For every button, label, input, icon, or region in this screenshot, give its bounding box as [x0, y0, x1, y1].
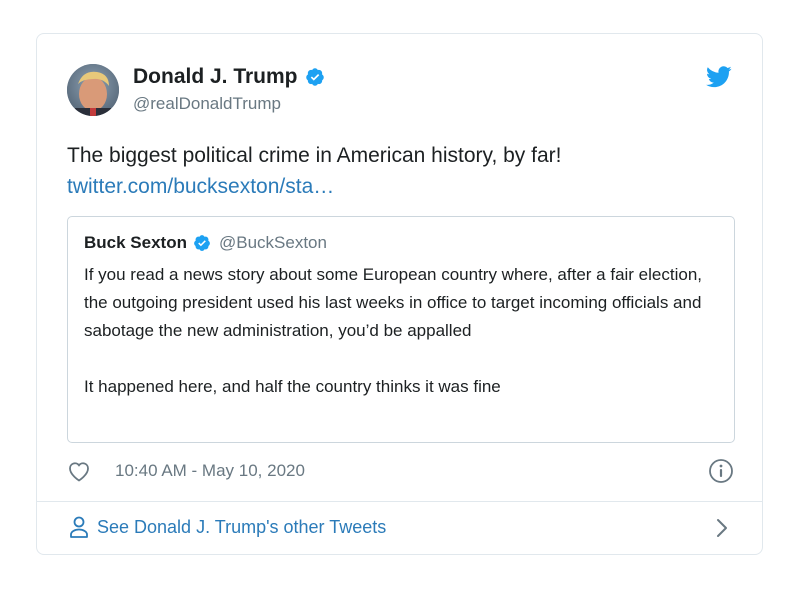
quoted-paragraph-2: It happened here, and half the country t… [84, 377, 501, 396]
quoted-paragraph-1: If you read a news story about some Euro… [84, 265, 703, 340]
tweet-timestamp[interactable]: 10:40 AM - May 10, 2020 [115, 461, 305, 481]
see-other-tweets-link[interactable]: See Donald J. Trump's other Tweets [37, 502, 762, 554]
quoted-tweet-text: If you read a news story about some Euro… [84, 261, 724, 401]
author-avatar[interactable] [67, 64, 119, 116]
quoted-tweet-header: Buck Sexton @BuckSexton [84, 233, 327, 253]
tweet-text: The biggest political crime in American … [67, 144, 562, 167]
author-handle[interactable]: @realDonaldTrump [133, 94, 281, 114]
author-name-row[interactable]: Donald J. Trump [133, 65, 325, 89]
avatar-image [67, 64, 119, 116]
quoted-tweet[interactable]: Buck Sexton @BuckSexton If you read a ne… [67, 216, 735, 443]
info-icon[interactable] [708, 458, 734, 484]
quoted-author-handle: @BuckSexton [218, 233, 327, 252]
chevron-right-icon [717, 519, 727, 537]
tweet-embed-card: Donald J. Trump @realDonaldTrump The big… [36, 33, 763, 555]
person-icon [70, 516, 88, 538]
heart-icon[interactable] [67, 460, 91, 482]
see-other-tweets-label[interactable]: See Donald J. Trump's other Tweets [97, 517, 386, 538]
verified-badge-icon [194, 235, 210, 251]
tweet-link[interactable]: twitter.com/bucksexton/sta… [67, 171, 727, 202]
verified-badge-icon [305, 68, 324, 86]
tweet-meta-row: 10:40 AM - May 10, 2020 [67, 458, 305, 484]
tweet-text-block: The biggest political crime in American … [67, 140, 727, 202]
quoted-author-name: Buck Sexton [84, 233, 187, 252]
twitter-bird-icon[interactable] [706, 66, 732, 88]
author-name[interactable]: Donald J. Trump [133, 65, 298, 89]
